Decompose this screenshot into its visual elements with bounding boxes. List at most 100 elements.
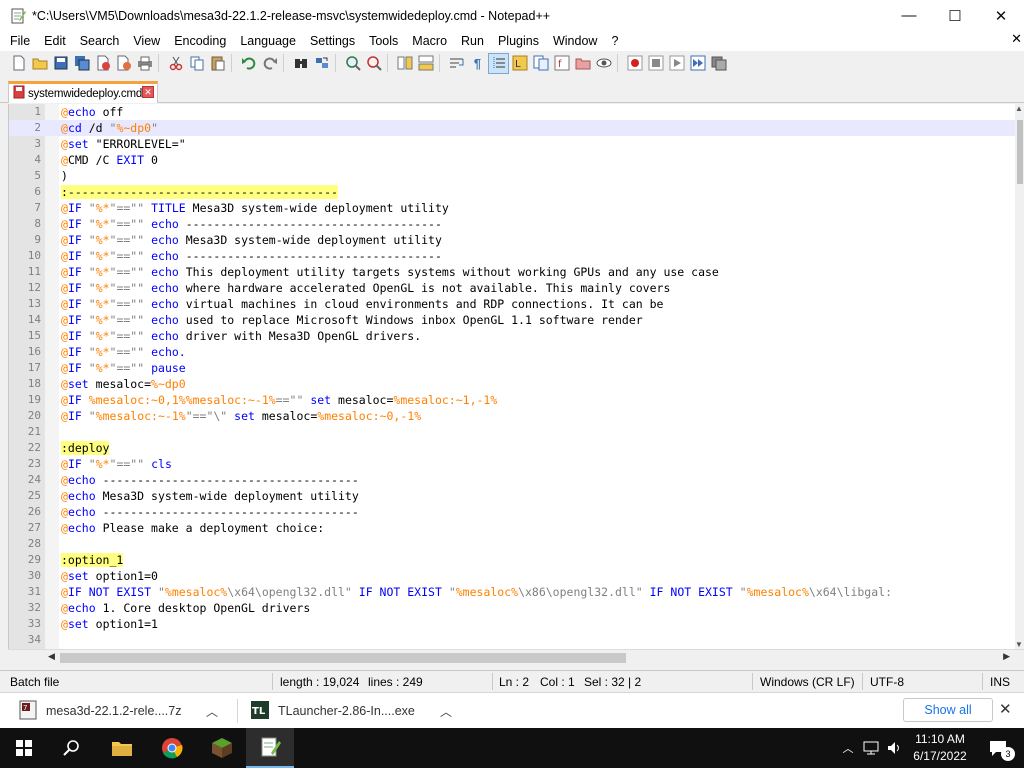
- undo-icon[interactable]: [238, 53, 259, 74]
- status-encoding[interactable]: UTF-8: [870, 675, 904, 689]
- print-icon[interactable]: [134, 53, 155, 74]
- run-macro-multiple-icon[interactable]: [687, 53, 708, 74]
- function-list-icon[interactable]: f: [551, 53, 572, 74]
- code-line[interactable]: 16 @IF "%*"=="" echo.: [9, 344, 1017, 360]
- sync-horizontal-icon[interactable]: [415, 53, 436, 74]
- notification-center-icon[interactable]: 3: [978, 728, 1018, 768]
- download-bar-close-icon[interactable]: ✕: [999, 700, 1012, 718]
- code-line[interactable]: 4 @CMD /C EXIT 0: [9, 152, 1017, 168]
- chevron-up-icon[interactable]: ︿: [440, 703, 452, 720]
- clock[interactable]: 11:10 AM 6/17/2022: [906, 731, 974, 765]
- code-line[interactable]: 34: [9, 632, 1017, 648]
- close-all-icon[interactable]: [113, 53, 134, 74]
- vertical-scroll-thumb[interactable]: [1017, 120, 1023, 184]
- horizontal-scroll-thumb[interactable]: [60, 653, 626, 663]
- play-macro-icon[interactable]: [666, 53, 687, 74]
- zoom-out-icon[interactable]: [363, 53, 384, 74]
- redo-icon[interactable]: [259, 53, 280, 74]
- code-line[interactable]: 15 @IF "%*"=="" echo driver with Mesa3D O…: [9, 328, 1017, 344]
- code-line[interactable]: 26 @echo --------------------------------…: [9, 504, 1017, 520]
- tab-close-icon[interactable]: ✕: [142, 86, 154, 98]
- code-line[interactable]: 21: [9, 424, 1017, 440]
- download-item-mesa[interactable]: 7 mesa3d-22.1.2-rele....7z ︿: [18, 693, 228, 728]
- chevron-up-icon[interactable]: ︿: [206, 703, 218, 720]
- tab-systemwidedeploy[interactable]: systemwidedeploy.cmd ✕: [8, 81, 158, 103]
- vertical-scrollbar[interactable]: ▲ ▼: [1015, 104, 1024, 649]
- menu-run[interactable]: Run: [454, 34, 491, 48]
- menu-window[interactable]: Window: [546, 34, 604, 48]
- code-line[interactable]: 23 @IF "%*"=="" cls: [9, 456, 1017, 472]
- copy-icon[interactable]: [186, 53, 207, 74]
- code-line[interactable]: 27 @echo Please make a deployment choice:: [9, 520, 1017, 536]
- code-line[interactable]: 33 @set option1=1: [9, 616, 1017, 632]
- find-icon[interactable]: [290, 53, 311, 74]
- menu-tools[interactable]: Tools: [362, 34, 405, 48]
- save-all-icon[interactable]: [71, 53, 92, 74]
- code-line[interactable]: 6:--------------------------------------…: [9, 184, 1017, 200]
- maximize-button[interactable]: ☐: [932, 0, 978, 31]
- new-file-icon[interactable]: [8, 53, 29, 74]
- menu-edit[interactable]: Edit: [37, 34, 73, 48]
- minecraft-icon[interactable]: [198, 728, 246, 768]
- folder-workspace-icon[interactable]: [572, 53, 593, 74]
- open-file-icon[interactable]: [29, 53, 50, 74]
- menu-view[interactable]: View: [126, 34, 167, 48]
- replace-icon[interactable]: [311, 53, 332, 74]
- scroll-left-icon[interactable]: ◀: [48, 651, 55, 662]
- code-line[interactable]: 2 @cd /d "%~dp0": [9, 120, 1017, 136]
- scroll-down-icon[interactable]: ▼: [1015, 640, 1023, 649]
- code-line[interactable]: 25 @echo Mesa3D system-wide deployment ut…: [9, 488, 1017, 504]
- notepadpp-taskbar-icon[interactable]: [246, 728, 294, 768]
- code-line[interactable]: 3 @set "ERRORLEVEL=": [9, 136, 1017, 152]
- code-line[interactable]: 32 @echo 1. Core desktop OpenGL drivers: [9, 600, 1017, 616]
- code-line[interactable]: 14 @IF "%*"=="" echo used to replace Micr…: [9, 312, 1017, 328]
- start-icon[interactable]: [0, 728, 48, 768]
- code-line[interactable]: 18 @set mesaloc=%~dp0: [9, 376, 1017, 392]
- code-line[interactable]: 17 @IF "%*"=="" pause: [9, 360, 1017, 376]
- scroll-right-icon[interactable]: ▶: [1003, 651, 1010, 662]
- status-mode[interactable]: INS: [990, 675, 1010, 689]
- save-icon[interactable]: [50, 53, 71, 74]
- language-udl-icon[interactable]: L: [509, 53, 530, 74]
- code-line[interactable]: 9 @IF "%*"=="" echo Mesa3D system-wide de…: [9, 232, 1017, 248]
- doc-map-icon[interactable]: [530, 53, 551, 74]
- code-line[interactable]: 13 @IF "%*"=="" echo virtual machines in …: [9, 296, 1017, 312]
- close-document-icon[interactable]: ✕: [1011, 31, 1022, 47]
- show-all-chars-icon[interactable]: ¶: [467, 53, 488, 74]
- cut-icon[interactable]: [165, 53, 186, 74]
- file-explorer-icon[interactable]: [98, 728, 146, 768]
- zoom-in-icon[interactable]: [342, 53, 363, 74]
- network-icon[interactable]: [860, 728, 882, 768]
- horizontal-scrollbar[interactable]: ◀ ▶: [8, 649, 1024, 665]
- code-line[interactable]: 20 @IF "%mesaloc:~-1%"=="\" set mesaloc=%…: [9, 408, 1017, 424]
- code-line[interactable]: 7 @IF "%*"=="" TITLE Mesa3D system-wide d…: [9, 200, 1017, 216]
- menu-help[interactable]: ?: [604, 34, 625, 48]
- word-wrap-icon[interactable]: [446, 53, 467, 74]
- search-icon[interactable]: [48, 728, 96, 768]
- code-line[interactable]: 19 @IF %mesaloc:~0,1%%mesaloc:~-1%=="" se…: [9, 392, 1017, 408]
- menu-encoding[interactable]: Encoding: [167, 34, 233, 48]
- code-line[interactable]: 28: [9, 536, 1017, 552]
- save-macro-icon[interactable]: [708, 53, 729, 74]
- code-line[interactable]: 11 @IF "%*"=="" echo This deployment util…: [9, 264, 1017, 280]
- close-button[interactable]: ✕: [978, 0, 1024, 31]
- code-line[interactable]: 29:option_1: [9, 552, 1017, 568]
- indent-guide-icon[interactable]: [488, 52, 509, 74]
- menu-file[interactable]: File: [0, 34, 37, 48]
- stop-macro-icon[interactable]: [645, 53, 666, 74]
- code-line[interactable]: 5): [9, 168, 1017, 184]
- paste-icon[interactable]: [207, 53, 228, 74]
- code-line[interactable]: 12 @IF "%*"=="" echo where hardware accel…: [9, 280, 1017, 296]
- menu-settings[interactable]: Settings: [303, 34, 362, 48]
- code-line[interactable]: 22:deploy: [9, 440, 1017, 456]
- menu-plugins[interactable]: Plugins: [491, 34, 546, 48]
- download-item-tlauncher[interactable]: TL TLauncher-2.86-In....exe ︿: [250, 693, 460, 728]
- status-eol[interactable]: Windows (CR LF): [760, 675, 855, 689]
- chrome-icon[interactable]: [148, 728, 196, 768]
- code-line[interactable]: 10 @IF "%*"=="" echo --------------------…: [9, 248, 1017, 264]
- menu-search[interactable]: Search: [73, 34, 127, 48]
- code-lines[interactable]: 1 @echo off 2 @cd /d "%~dp0" 3 @set "ERRORLEV…: [9, 104, 1017, 648]
- menu-macro[interactable]: Macro: [405, 34, 454, 48]
- code-line[interactable]: 30 @set option1=0: [9, 568, 1017, 584]
- monitoring-icon[interactable]: [593, 53, 614, 74]
